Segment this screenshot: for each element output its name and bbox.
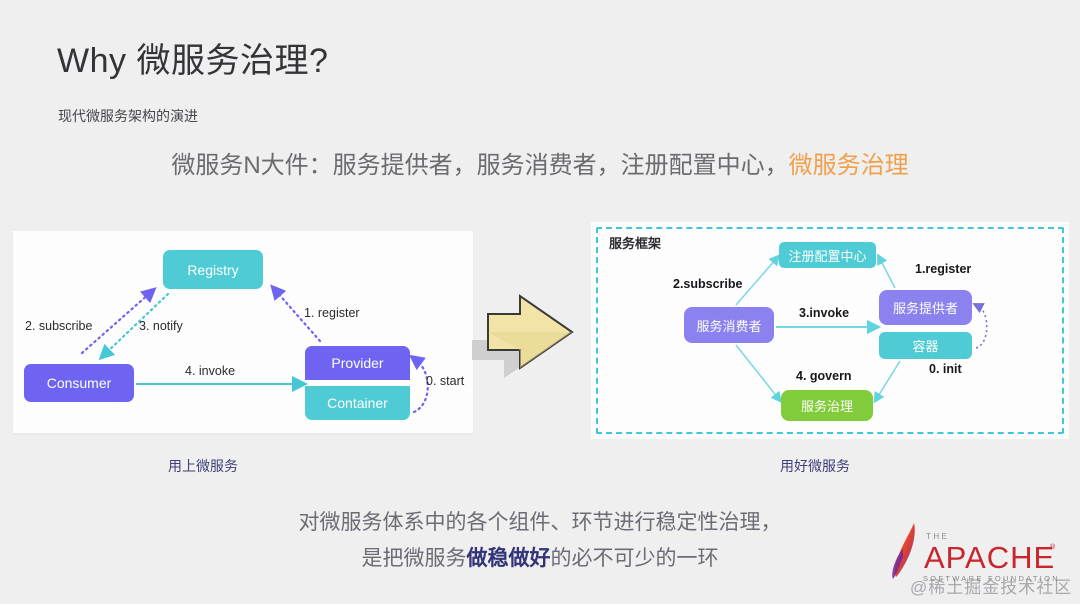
redge-label-register: 1.register xyxy=(915,262,972,276)
node-service-governance-label: 服务治理 xyxy=(800,399,853,414)
edge-label-start: 0. start xyxy=(426,374,465,388)
apache-logo-reg: ® xyxy=(1050,543,1056,551)
node-provider[interactable]: Provider xyxy=(305,346,410,380)
node-service-provider-label: 服务提供者 xyxy=(892,301,958,316)
edge-label-invoke: 4. invoke xyxy=(185,364,236,378)
node-consumer[interactable]: Consumer xyxy=(24,364,134,402)
page-subtitle: 现代微服务架构的演进 xyxy=(58,108,198,124)
node-container[interactable]: Container xyxy=(305,386,410,420)
edge-label-notify: 3. notify xyxy=(139,319,183,333)
edge-label-register: 1. register xyxy=(304,306,360,320)
node-service-consumer[interactable]: 服务消费者 xyxy=(684,307,774,343)
apache-logo-name: APACHE xyxy=(924,540,1055,575)
edge-label-subscribe: 2. subscribe xyxy=(25,319,93,333)
node-registry[interactable]: Registry xyxy=(163,250,263,289)
feather-icon xyxy=(892,523,915,579)
redge-label-subscribe: 2.subscribe xyxy=(673,277,743,291)
transition-arrow-icon xyxy=(472,294,574,378)
footer-line-2-strong: 做稳做好 xyxy=(466,547,551,570)
page-title: Why 微服务治理? xyxy=(57,42,329,80)
redge-label-invoke: 3.invoke xyxy=(799,306,850,320)
left-diagram-caption: 用上微服务 xyxy=(168,458,238,474)
node-registry-label: Registry xyxy=(187,261,239,278)
node-provider-label: Provider xyxy=(331,355,384,371)
node-consumer-label: Consumer xyxy=(46,375,112,391)
node-container-label: Container xyxy=(327,395,388,411)
redge-label-init: 0. init xyxy=(929,362,962,376)
node-registry-config-center[interactable]: 注册配置中心 xyxy=(779,242,876,268)
node-registry-config-center-label: 注册配置中心 xyxy=(788,248,867,264)
service-framework-label: 服务框架 xyxy=(609,236,662,251)
node-service-provider[interactable]: 服务提供者 xyxy=(879,290,972,325)
redge-label-govern: 4. govern xyxy=(796,369,852,383)
slide-root: Why 微服务治理? 现代微服务架构的演进 微服务N大件：服务提供者，服务消费者… xyxy=(0,0,1080,604)
watermark: @稀土掘金技术社区 xyxy=(910,578,1073,597)
footer-line-2-post: 的必不可少的一环 xyxy=(550,547,719,570)
footer-line-2-pre: 是把微服务 xyxy=(361,547,467,570)
node-service-governance[interactable]: 服务治理 xyxy=(781,390,873,421)
node-container-cn-label: 容器 xyxy=(912,339,939,354)
headline: 微服务N大件：服务提供者，服务消费者，注册配置中心，微服务治理 xyxy=(0,145,1080,180)
right-diagram-caption: 用好微服务 xyxy=(780,458,850,474)
node-container-cn[interactable]: 容器 xyxy=(879,332,972,359)
headline-accent: 微服务治理 xyxy=(788,152,909,179)
headline-main: 微服务N大件：服务提供者，服务消费者，注册配置中心， xyxy=(171,152,789,179)
node-service-consumer-label: 服务消费者 xyxy=(696,318,762,334)
